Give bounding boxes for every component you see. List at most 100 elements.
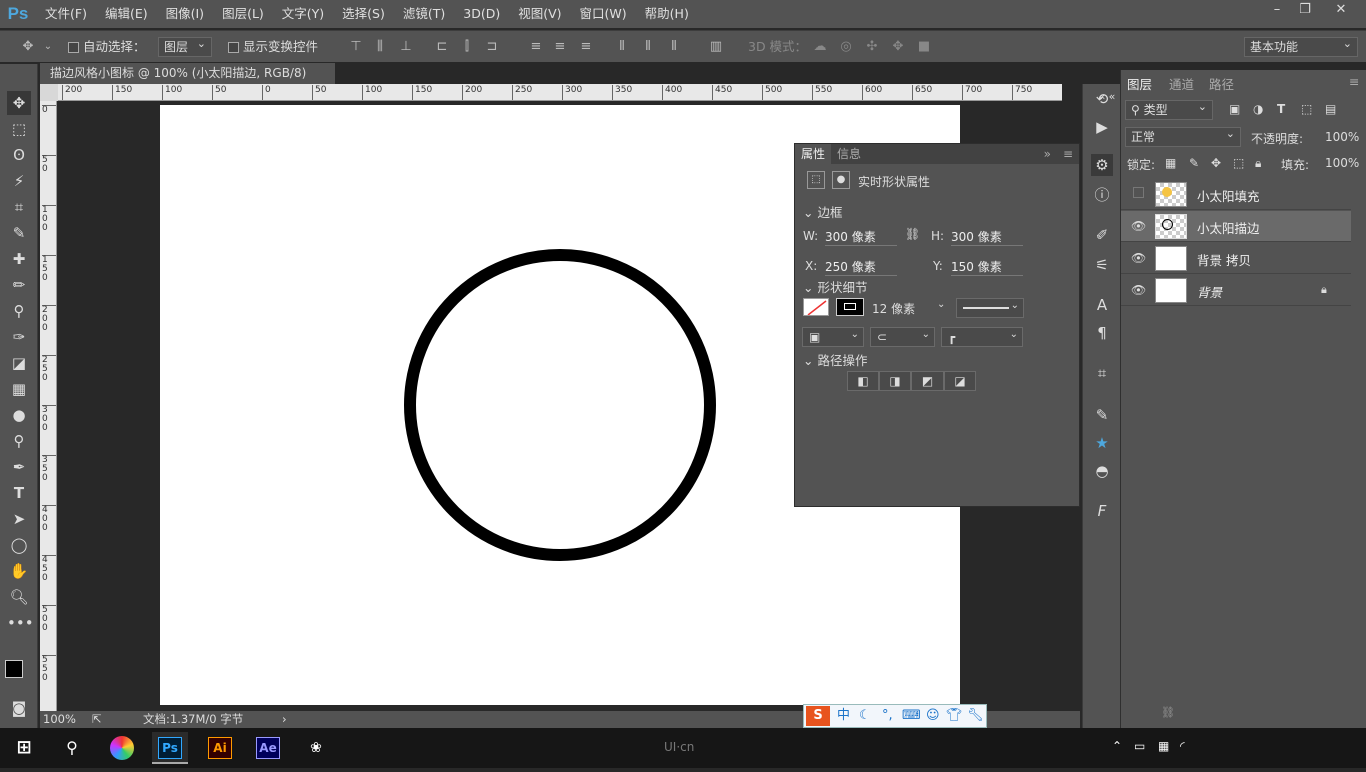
tab-properties[interactable]: 属性 <box>795 144 832 164</box>
layer-row[interactable]: 👁︎ 背景 🔒︎ <box>1121 275 1351 306</box>
section-path-operations[interactable]: ⌄ 路径操作 <box>803 350 867 369</box>
ime-mode[interactable]: 中 <box>837 705 850 727</box>
menu-3d[interactable]: 3D(D) <box>454 0 509 28</box>
filter-adjust-icon[interactable]: ◑ <box>1253 102 1263 116</box>
restore-icon[interactable]: ❐ <box>1290 0 1320 22</box>
filter-type-icon[interactable]: T <box>1277 102 1285 116</box>
panel-menu-icon[interactable]: ≡ <box>1057 144 1079 164</box>
tab-channels[interactable]: 通道 <box>1169 74 1194 93</box>
moon-icon[interactable]: ☾ <box>859 705 871 727</box>
lock-all-icon[interactable]: 🔒︎ <box>1255 156 1261 171</box>
move-tool-icon[interactable]: ✥ <box>18 37 38 57</box>
magic-wand-icon[interactable]: ⚡ <box>7 169 31 193</box>
distribute-top-icon[interactable]: ≡ <box>526 37 546 57</box>
layer-name[interactable]: 背景 <box>1197 282 1222 301</box>
menu-window[interactable]: 窗口(W) <box>571 0 636 28</box>
aftereffects-taskbar-icon[interactable]: Ae <box>250 732 286 764</box>
wrench-icon[interactable]: 🔧︎ <box>967 705 984 727</box>
document-tab[interactable]: 描边风格小图标 @ 100% (小太阳描边, RGB/8) *✕ <box>40 63 335 101</box>
sun-outline-circle[interactable] <box>404 249 716 561</box>
filter-pixel-icon[interactable]: ▣ <box>1229 102 1240 116</box>
tab-layers[interactable]: 图层 <box>1127 74 1152 93</box>
lock-artboard-icon[interactable]: ⬚ <box>1233 156 1244 170</box>
network-icon[interactable]: ▦ <box>1158 739 1169 753</box>
properties-panel-icon[interactable]: ⚙ <box>1091 154 1113 176</box>
eye-icon[interactable]: 👁︎ <box>1131 283 1146 297</box>
eye-icon[interactable]: 👁︎ <box>1131 251 1146 265</box>
layer-row[interactable]: 👁︎ 背景 拷贝 <box>1121 243 1351 274</box>
stroke-color-swatch[interactable] <box>836 298 864 316</box>
show-transform-checkbox[interactable]: 显示变换控件 <box>228 31 318 63</box>
sogou-icon[interactable]: S <box>806 706 830 726</box>
windows-start-icon[interactable]: ⊞ <box>6 732 42 764</box>
info-panel-icon[interactable]: ⓘ <box>1091 184 1113 206</box>
auto-align-icon[interactable]: ▥ <box>706 37 726 57</box>
lasso-tool-icon[interactable]: ʘ <box>7 143 31 167</box>
align-top-icon[interactable]: ⊤ <box>346 37 366 57</box>
path-select-icon[interactable]: ➤ <box>7 507 31 531</box>
adjustments-panel-icon[interactable]: ◓ <box>1091 460 1113 482</box>
section-shape-details[interactable]: ⌄ 形状细节 <box>803 277 867 296</box>
3d-scale-icon[interactable]: ■ <box>914 37 934 57</box>
history-brush-icon[interactable]: ✑ <box>7 325 31 349</box>
illustrator-taskbar-icon[interactable]: Ai <box>202 732 238 764</box>
foreground-color-swatch[interactable] <box>5 660 23 678</box>
lock-pixels-icon[interactable]: ✎ <box>1189 156 1199 170</box>
zoom-tool-icon[interactable]: 🔍︎ <box>7 585 31 609</box>
distribute-right-icon[interactable]: ⦀ <box>664 37 684 57</box>
width-input[interactable]: 300 像素 <box>825 228 897 246</box>
distribute-vcenter-icon[interactable]: ≡ <box>550 37 570 57</box>
menu-view[interactable]: 视图(V) <box>509 0 570 28</box>
layer-name[interactable]: 小太阳描边 <box>1197 218 1260 237</box>
align-hcenter-icon[interactable]: ⫿ <box>457 37 477 57</box>
dodge-tool-icon[interactable]: ⚲ <box>7 429 31 453</box>
visibility-toggle[interactable] <box>1131 187 1145 201</box>
menu-filter[interactable]: 滤镜(T) <box>394 0 454 28</box>
stroke-caps-dropdown[interactable]: ⊂ ⌄ <box>870 327 935 347</box>
photoshop-taskbar-icon[interactable]: Ps <box>152 732 188 764</box>
tab-info[interactable]: 信息 <box>831 144 867 164</box>
tab-paths[interactable]: 路径 <box>1209 74 1234 93</box>
height-input[interactable]: 300 像素 <box>951 228 1023 246</box>
quick-mask-icon[interactable]: ◙ <box>7 696 31 720</box>
eraser-tool-icon[interactable]: ◪ <box>7 351 31 375</box>
blend-mode-dropdown[interactable]: 正常 <box>1125 125 1241 147</box>
chevron-right-icon[interactable]: › <box>282 711 287 728</box>
chevron-down-icon[interactable]: ⌄ <box>937 299 945 310</box>
menu-file[interactable]: 文件(F) <box>36 0 96 28</box>
paragraph-panel-icon[interactable]: ¶ <box>1091 322 1113 344</box>
distribute-hcenter-icon[interactable]: ⦀ <box>638 37 658 57</box>
opacity-input[interactable]: 100% <box>1325 130 1359 144</box>
skin-icon[interactable]: 👕︎ <box>946 705 963 727</box>
crop-tool-icon[interactable]: ⌗ <box>7 195 31 219</box>
export-icon[interactable]: ⇱ <box>92 711 102 728</box>
ellipse-tool-icon[interactable]: ◯ <box>7 533 31 557</box>
chevron-down-icon[interactable]: ⌄ <box>38 37 58 57</box>
brush-tool-icon[interactable]: ✏ <box>7 273 31 297</box>
wifi-icon[interactable]: ◜ <box>1180 739 1185 753</box>
auto-select-dropdown[interactable]: 图层 <box>158 35 212 57</box>
link-layers-icon[interactable]: ⛓ <box>1161 706 1175 719</box>
fonts-panel-icon[interactable]: F <box>1091 500 1113 522</box>
fill-input[interactable]: 100% <box>1325 156 1359 170</box>
workspace-dropdown[interactable]: 基本功能 <box>1244 35 1358 57</box>
3d-rotate-icon[interactable]: ☁ <box>810 37 830 57</box>
character-panel-icon[interactable]: A <box>1091 294 1113 316</box>
stroke-corners-dropdown[interactable]: ┏ ⌄ <box>941 327 1023 347</box>
user-icon[interactable]: ☺ <box>926 705 940 727</box>
layer-name[interactable]: 小太阳填充 <box>1197 186 1260 205</box>
actions-panel-icon[interactable]: ▶ <box>1091 116 1113 138</box>
3d-roll-icon[interactable]: ◎ <box>836 37 856 57</box>
lock-transparent-icon[interactable]: ▦ <box>1165 156 1176 170</box>
pen-tool-icon[interactable]: ✒ <box>7 455 31 479</box>
punctuation-icon[interactable]: °, <box>882 705 893 727</box>
brush-settings-icon[interactable]: ⚟ <box>1091 254 1113 276</box>
filter-smart-icon[interactable]: ▤ <box>1325 102 1336 116</box>
3d-pan-icon[interactable]: ✣ <box>862 37 882 57</box>
battery-icon[interactable]: ▭ <box>1134 739 1145 753</box>
eyedropper-icon[interactable]: ✎ <box>7 221 31 245</box>
tray-chevron-icon[interactable]: ⌃ <box>1112 739 1122 753</box>
subtract-shapes-icon[interactable]: ◨ <box>879 371 911 391</box>
color-app-icon[interactable] <box>104 732 140 764</box>
star-panel-icon[interactable]: ★ <box>1091 432 1113 454</box>
